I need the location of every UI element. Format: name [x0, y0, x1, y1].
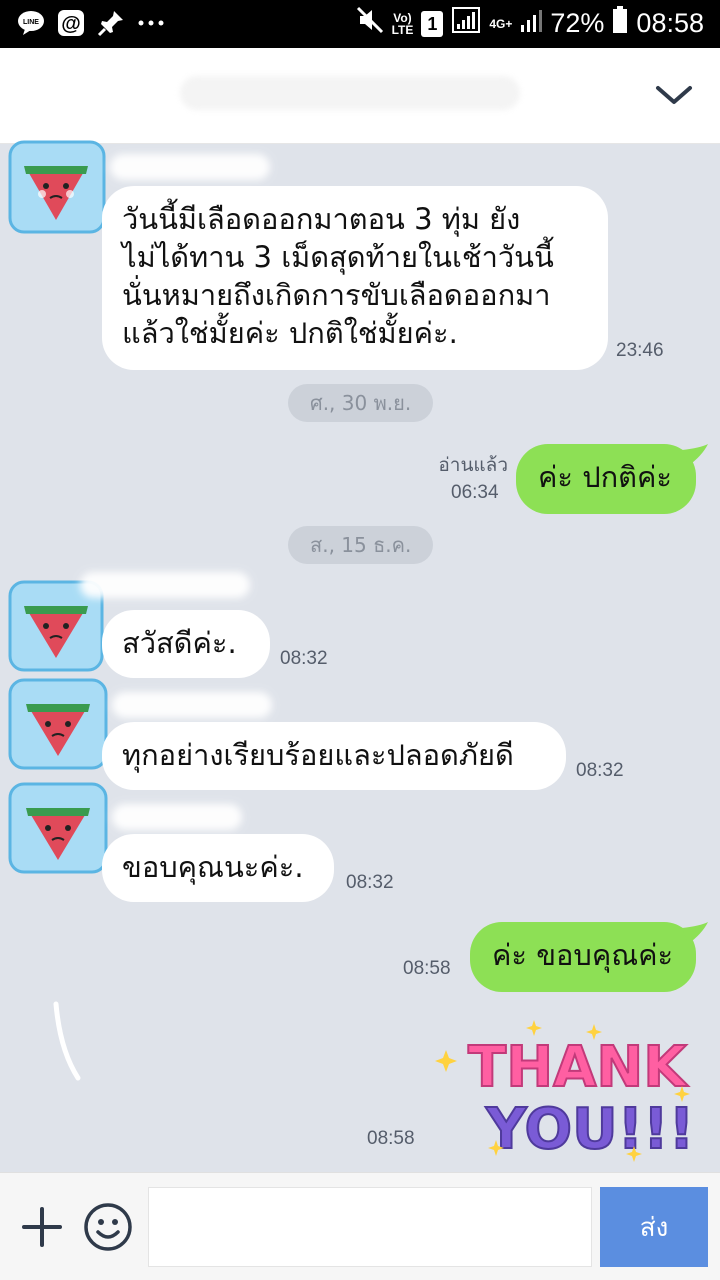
message-text: ทุกอย่างเรียบร้อยและปลอดภัยดี [122, 738, 514, 772]
chevron-down-icon[interactable] [654, 80, 694, 110]
message-time: 08:32 [280, 648, 328, 669]
message-text: ไม่ได้ทาน 3 เม็ดสุดท้ายในเช้าวันนี้ [122, 240, 554, 274]
message-text: แล้วใช่มั้ยค่ะ ปกติใช่มั้ยค่ะ. [122, 316, 458, 350]
mute-icon [356, 6, 384, 41]
sticker-text: YOU!!! [485, 1097, 694, 1162]
message-time: 08:32 [346, 872, 394, 893]
message-bubble-incoming[interactable]: ขอบคุณนะค่ะ. [102, 834, 334, 902]
drawing-mark [53, 1001, 81, 1081]
svg-text:LINE: LINE [23, 19, 39, 26]
line-app-icon: LINE [16, 8, 46, 38]
message-input[interactable] [148, 1187, 592, 1267]
message-time: 08:58 [367, 1128, 415, 1149]
sticker-text: THANK [468, 1035, 689, 1100]
message-text: ค่ะ ปกติค่ะ [538, 460, 672, 494]
battery-percent: 72% [550, 8, 605, 38]
date-separator: ส., 15 ธ.ค. [288, 526, 434, 564]
message-text: ขอบคุณนะค่ะ. [122, 850, 304, 884]
bubble-tail [682, 922, 708, 944]
send-button[interactable]: ส่ง [600, 1187, 708, 1267]
signal-bars-icon [520, 7, 543, 40]
signal-icon [451, 6, 481, 41]
message-time: 08:32 [576, 760, 624, 781]
battery-icon [612, 6, 628, 41]
at-mention-icon: @ [56, 8, 86, 38]
avatar[interactable] [6, 780, 108, 876]
message-text: นั่นหมายถึงเกิดการขับเลือดออกมา [122, 278, 551, 312]
sender-name [80, 572, 250, 598]
chat-header [0, 48, 720, 144]
network-type: 4G+ [489, 16, 513, 31]
message-text: วันนี้มีเลือดออกมาตอน 3 ทุ่ม ยัง [122, 202, 521, 236]
emoji-icon[interactable] [82, 1201, 134, 1253]
message-bubble-incoming[interactable]: วันนี้มีเลือดออกมาตอน 3 ทุ่ม ยัง ไม่ได้ท… [102, 186, 608, 370]
pin-icon [96, 8, 126, 38]
sender-name [112, 692, 272, 718]
sender-name [112, 804, 242, 830]
message-text: สวัสดีค่ะ. [122, 626, 237, 660]
message-text: ค่ะ ขอบคุณค่ะ [492, 938, 674, 972]
avatar[interactable] [6, 138, 106, 234]
read-receipt: อ่านแล้ว [438, 454, 508, 476]
date-separator: ศ., 30 พ.ย. [288, 384, 434, 422]
message-bubble-outgoing[interactable]: ค่ะ ปกติค่ะ [516, 444, 696, 514]
bubble-tail [682, 444, 708, 466]
avatar[interactable] [6, 676, 108, 772]
message-time: 23:46 [616, 340, 664, 361]
message-bubble-incoming[interactable]: ทุกอย่างเรียบร้อยและปลอดภัยดี [102, 722, 566, 790]
svg-text:@: @ [61, 13, 81, 35]
more-notifications-icon [136, 8, 166, 38]
chat-area[interactable]: วันนี้มีเลือดออกมาตอน 3 ทุ่ม ยัง ไม่ได้ท… [0, 140, 720, 1172]
sim-icon: 1 [421, 10, 444, 37]
status-bar: LINE @ Vo) LTE 1 4G+ 72% 08:58 [0, 0, 720, 48]
plus-icon[interactable] [20, 1205, 64, 1249]
input-bar: ส่ง [0, 1172, 720, 1280]
volte-indicator: Vo) LTE [391, 10, 414, 37]
sender-name [110, 154, 270, 180]
thank-you-sticker[interactable]: THANK YOU!!! [434, 1014, 696, 1164]
message-time: 08:58 [403, 958, 451, 979]
clock: 08:58 [636, 8, 704, 38]
chat-title [180, 76, 520, 110]
message-time: 06:34 [451, 482, 499, 503]
message-bubble-incoming[interactable]: สวัสดีค่ะ. [102, 610, 270, 678]
message-bubble-outgoing[interactable]: ค่ะ ขอบคุณค่ะ [470, 922, 696, 992]
